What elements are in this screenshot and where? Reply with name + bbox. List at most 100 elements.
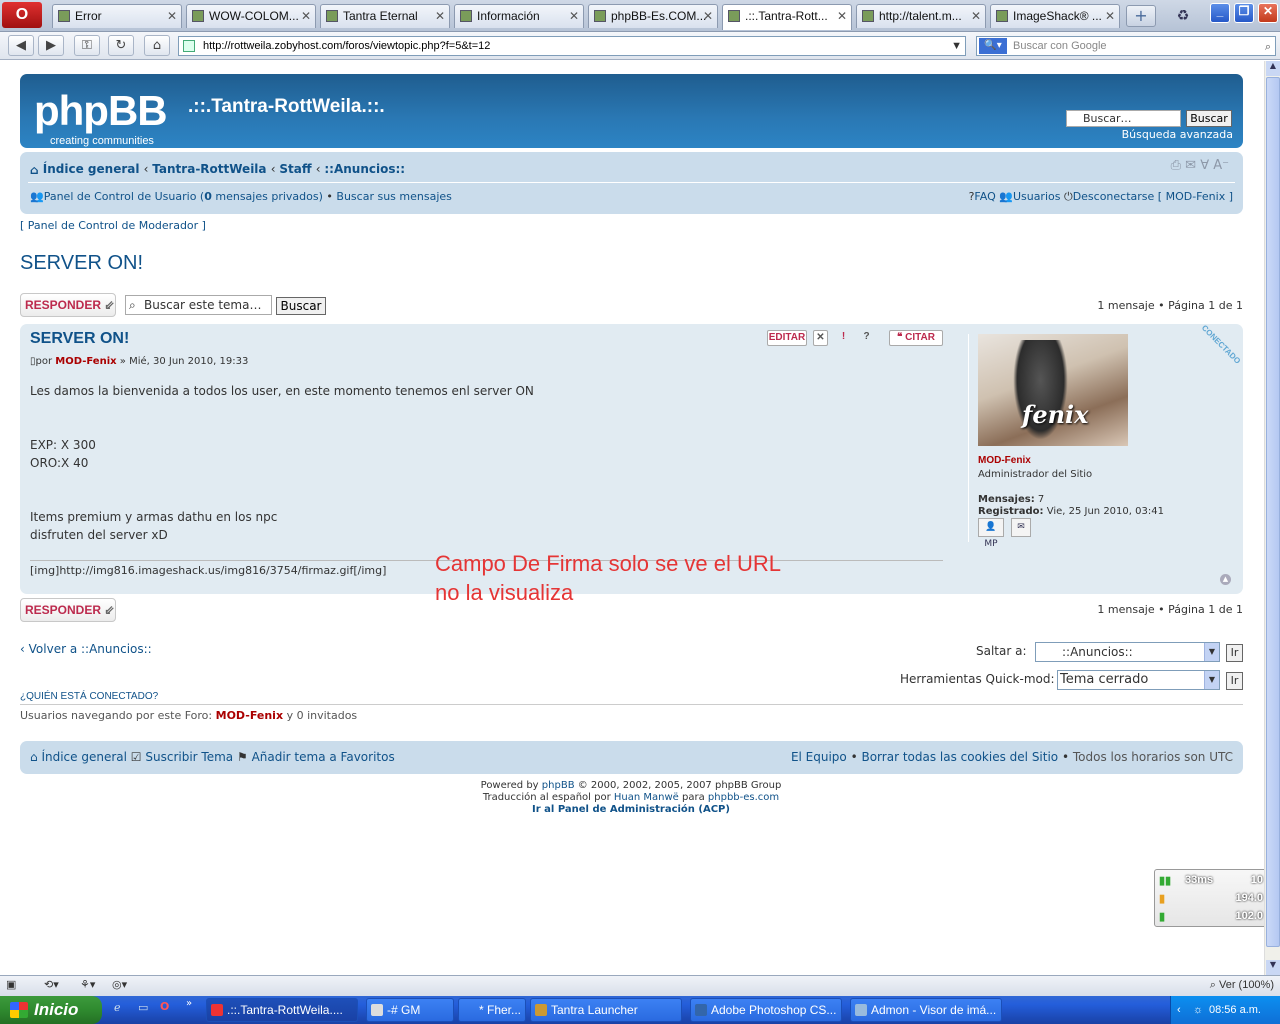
zoom-control[interactable]: ⌕ Ver (100%) bbox=[1210, 979, 1274, 992]
footer-index-link[interactable]: Índice general bbox=[41, 750, 127, 764]
google-search-field[interactable]: 🔍▾ Buscar con Google ⌕ bbox=[976, 36, 1276, 56]
minimize-button[interactable]: _ bbox=[1210, 3, 1230, 23]
jump-select[interactable]: ::Anuncios:: ▼ bbox=[1035, 642, 1220, 662]
start-button[interactable]: Inicio bbox=[0, 996, 102, 1024]
warn-icon[interactable]: ? bbox=[859, 330, 874, 346]
quickmod-select[interactable]: Tema cerrado ▼ bbox=[1057, 670, 1220, 690]
delete-icon[interactable]: ✕ bbox=[813, 330, 828, 346]
users-link[interactable]: Usuarios bbox=[1013, 190, 1061, 203]
tab-close-icon[interactable]: ✕ bbox=[301, 5, 311, 27]
close-window-button[interactable]: ✕ bbox=[1258, 3, 1278, 23]
tab-close-icon[interactable]: ✕ bbox=[569, 5, 579, 27]
turbo-icon[interactable]: ◎▾ bbox=[112, 978, 127, 991]
tab-close-icon[interactable]: ✕ bbox=[1105, 5, 1115, 27]
font-size-icon[interactable]: ∀ A⁻ bbox=[1200, 158, 1229, 173]
bookmark-link[interactable]: Añadir tema a Favoritos bbox=[252, 750, 395, 764]
scroll-down-icon[interactable]: ▼ bbox=[1266, 960, 1280, 975]
new-tab-button[interactable]: + bbox=[1126, 5, 1156, 27]
address-bar[interactable]: http://rottweila.zobyhost.com/foros/view… bbox=[178, 36, 966, 56]
moderator-panel-link[interactable]: [ Panel de Control de Moderador ] bbox=[20, 219, 206, 232]
reply-button-top[interactable]: RESPONDER ⇙ bbox=[20, 293, 116, 317]
scroll-up-icon[interactable]: ▲ bbox=[1266, 61, 1280, 76]
unite-icon[interactable]: ⚘▾ bbox=[80, 978, 95, 991]
opera-menu-button[interactable]: O bbox=[2, 2, 42, 28]
home-icon[interactable]: ⌂ bbox=[144, 35, 170, 56]
post-author[interactable]: MOD-Fenix bbox=[55, 356, 116, 367]
tab-tantra-rott[interactable]: .::.Tantra-Rott... ✕ bbox=[722, 4, 852, 30]
panel-toggle-icon[interactable]: ▣ bbox=[6, 978, 16, 991]
private-message-icon[interactable]: 👤MP bbox=[978, 518, 1004, 549]
tab-phpbb-es[interactable]: phpBB-Es.COM... ✕ bbox=[588, 4, 718, 28]
post-title[interactable]: SERVER ON! bbox=[30, 330, 129, 348]
tab-talent[interactable]: http://talent.m... ✕ bbox=[856, 4, 986, 28]
reload-icon[interactable]: ↻ bbox=[108, 35, 134, 56]
breadcrumb-staff[interactable]: Staff bbox=[279, 162, 311, 176]
quicklaunch-opera-icon[interactable]: O bbox=[160, 1000, 169, 1013]
forward-arrow-icon[interactable]: ▶ bbox=[38, 35, 64, 56]
acp-link[interactable]: Ir al Panel de Administración (ACP) bbox=[532, 804, 730, 815]
phpbb-link[interactable]: phpBB bbox=[542, 780, 575, 791]
tab-close-icon[interactable]: ✕ bbox=[703, 5, 713, 27]
quicklaunch-ie-icon[interactable]: ℯ bbox=[114, 1001, 121, 1014]
header-search-input[interactable]: Buscar… bbox=[1066, 110, 1181, 127]
advanced-search-link[interactable]: Búsqueda avanzada bbox=[1122, 128, 1233, 141]
scroll-thumb[interactable] bbox=[1266, 77, 1280, 947]
reply-button-bottom[interactable]: RESPONDER ⇙ bbox=[20, 598, 116, 622]
taskbar-item-image-viewer[interactable]: Admon - Visor de imá... bbox=[850, 998, 1002, 1022]
breadcrumb-index[interactable]: Índice general bbox=[43, 162, 140, 176]
topic-search-button[interactable]: Buscar bbox=[276, 297, 326, 315]
logout-link[interactable]: Desconectarse [ MOD-Fenix ] bbox=[1073, 190, 1233, 203]
subscribe-link[interactable]: Suscribir Tema bbox=[145, 750, 233, 764]
quicklaunch-desktop-icon[interactable]: ▭ bbox=[138, 1001, 148, 1014]
quickmod-go-button[interactable]: Ir bbox=[1226, 672, 1243, 690]
report-icon[interactable]: ! bbox=[836, 330, 851, 346]
back-arrow-icon[interactable]: ◀ bbox=[8, 35, 34, 56]
key-icon[interactable]: ⚿ bbox=[74, 35, 100, 56]
profile-name[interactable]: MOD-Fenix bbox=[978, 455, 1031, 466]
print-icon[interactable]: ⎙ bbox=[1171, 158, 1181, 173]
breadcrumb-anuncios[interactable]: ::Anuncios:: bbox=[324, 162, 405, 176]
tab-imageshack[interactable]: ImageShack® ... ✕ bbox=[990, 4, 1120, 28]
who-is-online-heading[interactable]: ¿QUIÉN ESTÁ CONECTADO? bbox=[20, 691, 158, 702]
tab-close-icon[interactable]: ✕ bbox=[971, 5, 981, 27]
email-icon[interactable]: ✉ bbox=[1185, 158, 1196, 173]
phpbb-logo[interactable]: phpBB creating communities bbox=[34, 87, 168, 147]
tab-error[interactable]: Error ✕ bbox=[52, 4, 182, 28]
tab-informacion[interactable]: Información ✕ bbox=[454, 4, 584, 28]
delete-cookies-link[interactable]: Borrar todas las cookies del Sitio bbox=[861, 750, 1058, 764]
header-search-button[interactable]: Buscar bbox=[1186, 110, 1232, 127]
back-to-top-icon[interactable]: ▲ bbox=[1220, 574, 1231, 585]
email-icon[interactable]: ✉ bbox=[1011, 518, 1031, 537]
taskbar-item-photoshop[interactable]: Adobe Photoshop CS... bbox=[690, 998, 842, 1022]
translator-link[interactable]: Huan Manwë bbox=[614, 792, 679, 803]
taskbar-item-gm[interactable]: -# GM bbox=[366, 998, 454, 1022]
search-own-posts-link[interactable]: Buscar sus mensajes bbox=[336, 190, 451, 203]
sync-icon[interactable]: ⟲▾ bbox=[44, 978, 59, 991]
jump-go-button[interactable]: Ir bbox=[1226, 644, 1243, 662]
vertical-scrollbar[interactable]: ▲ ▼ bbox=[1264, 61, 1280, 975]
taskbar-item-fher[interactable]: * Fher... bbox=[458, 998, 526, 1022]
taskbar-item-browser[interactable]: .::.Tantra-RottWeila.... bbox=[206, 998, 358, 1022]
maximize-button[interactable]: ❐ bbox=[1234, 3, 1254, 23]
topic-search-input[interactable]: ⌕ Buscar este tema… bbox=[125, 295, 272, 315]
faq-link[interactable]: FAQ bbox=[974, 190, 995, 203]
tab-close-icon[interactable]: ✕ bbox=[435, 5, 445, 27]
tray-network-icon[interactable]: ☼ bbox=[1193, 996, 1203, 1024]
tray-collapse-icon[interactable]: ‹ bbox=[1177, 996, 1181, 1024]
tab-close-icon[interactable]: ✕ bbox=[837, 5, 847, 27]
tab-tantra-eternal[interactable]: Tantra Eternal ✕ bbox=[320, 4, 450, 28]
ucp-link[interactable]: Panel de Control de Usuario (0 mensajes … bbox=[44, 190, 323, 203]
team-link[interactable]: El Equipo bbox=[791, 750, 847, 764]
trash-icon[interactable]: ♻ bbox=[1172, 5, 1194, 27]
online-user-link[interactable]: MOD-Fenix bbox=[216, 709, 283, 722]
search-go-icon[interactable]: ⌕ bbox=[1265, 38, 1271, 56]
breadcrumb-forum[interactable]: Tantra-RottWeila bbox=[152, 162, 266, 176]
clock[interactable]: 08:56 a.m. bbox=[1209, 1004, 1261, 1016]
quicklaunch-more-icon[interactable]: » bbox=[186, 998, 192, 1009]
back-to-forum-link[interactable]: ‹ Volver a ::Anuncios:: bbox=[20, 642, 152, 656]
phpbb-es-link[interactable]: phpbb-es.com bbox=[708, 792, 779, 803]
tab-close-icon[interactable]: ✕ bbox=[167, 5, 177, 27]
taskbar-item-tantra-launcher[interactable]: Tantra Launcher bbox=[530, 998, 682, 1022]
tab-wow-colom[interactable]: WOW-COLOM... ✕ bbox=[186, 4, 316, 28]
chevron-down-icon[interactable]: ▼ bbox=[951, 37, 962, 55]
